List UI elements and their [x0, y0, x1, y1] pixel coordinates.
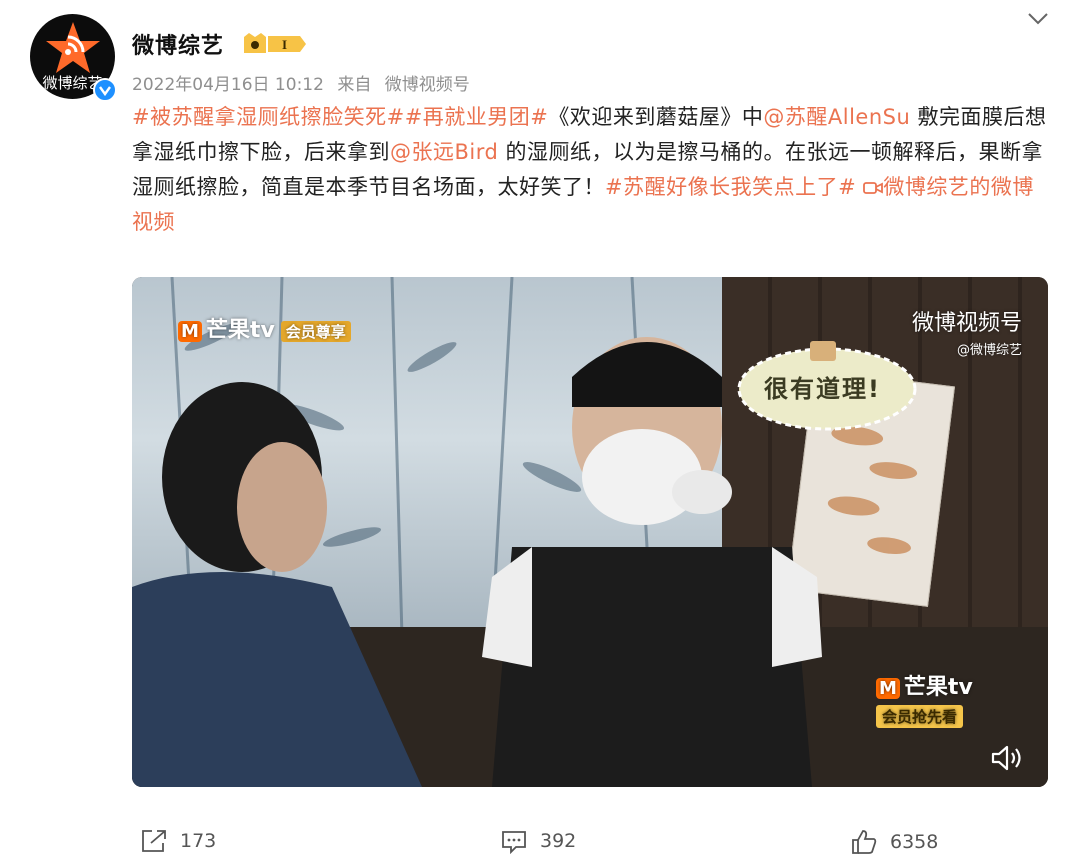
- mango-tv-logo: M 芒果tv 会员尊享: [178, 312, 351, 344]
- mention-link[interactable]: @张远Bird: [390, 140, 498, 164]
- hashtag-link[interactable]: #被苏醒拿湿厕纸擦脸笑死##再就业男团#: [132, 105, 548, 129]
- person-left: [132, 382, 422, 787]
- chevron-down-icon[interactable]: [1024, 8, 1052, 30]
- video-camera-icon: [863, 182, 884, 194]
- hashtag-link[interactable]: #苏醒好像长我笑点上了#: [605, 175, 856, 199]
- post-date: 2022年04月16日 10:12: [132, 75, 324, 95]
- share-button[interactable]: 173: [140, 828, 216, 854]
- weibo-video-watermark: 微博视频号 @微博综艺: [912, 305, 1022, 358]
- mango-tv-logo-bottom: M 芒果tv 会员抢先看: [876, 669, 973, 728]
- like-icon: [852, 830, 877, 854]
- post-body: #被苏醒拿湿厕纸擦脸笑死##再就业男团#《欢迎来到蘑菇屋》中@苏醒AllenSu…: [132, 100, 1052, 240]
- like-button[interactable]: 6358: [850, 828, 938, 856]
- username[interactable]: 微博综艺: [132, 28, 224, 60]
- star-logo-icon: [46, 22, 100, 73]
- watermark-title: 微博视频号: [911, 311, 1022, 336]
- volume-icon[interactable]: [990, 743, 1026, 773]
- like-count: 6358: [890, 831, 939, 853]
- post-text-segment: 《欢迎来到蘑菇屋》中: [548, 105, 764, 129]
- share-icon: [142, 830, 166, 852]
- mention-link[interactable]: @苏醒AllenSu: [763, 105, 910, 129]
- action-bar: 173 392 6358: [0, 824, 1080, 860]
- post-meta: 2022年04月16日 10:12 来自 微博视频号: [132, 70, 478, 95]
- source-link[interactable]: 微博视频号: [385, 75, 470, 95]
- vip-badge-icon[interactable]: I: [242, 33, 308, 55]
- member-preview-badge: 会员抢先看: [876, 705, 964, 728]
- comment-icon: [502, 831, 526, 854]
- verified-icon: [93, 78, 117, 102]
- bubble-caption: 很有道理!: [764, 375, 881, 403]
- source-prefix: 来自: [337, 75, 372, 95]
- vip-exclusive-badge: 会员尊享: [280, 320, 351, 342]
- share-count: 173: [180, 830, 217, 852]
- comment-count: 392: [540, 830, 577, 852]
- comment-button[interactable]: 392: [500, 828, 576, 854]
- svg-text:I: I: [282, 37, 287, 52]
- watermark-handle: @微博综艺: [956, 343, 1022, 358]
- video-player[interactable]: M 芒果tv 会员尊享 微博视频号 @微博综艺 很有道理! M 芒果tv 会员抢先看: [132, 277, 1048, 787]
